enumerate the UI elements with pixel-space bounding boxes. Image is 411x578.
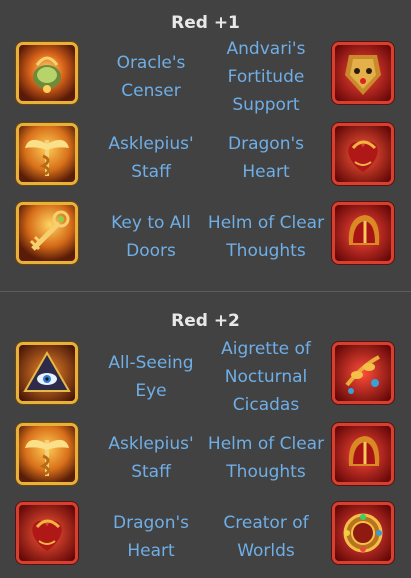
helm-of-clear-thoughts-icon[interactable] (332, 423, 394, 485)
section-divider (0, 291, 411, 292)
artifact-name: Aigrette of Nocturnal Cicadas (221, 339, 311, 415)
artifact-name: Andvari's Fortitude Support (226, 39, 306, 115)
artifact-row: All-Seeing Eye Aigrette of Nocturnal Cicada… (0, 339, 411, 415)
artifact-name: Dragon's Heart (228, 134, 304, 182)
artifact-name: Dragon's Heart (113, 513, 189, 561)
artifact-row: Asklepius' Staff Dragon's Heart (0, 123, 411, 193)
key-to-all-doors-icon[interactable] (16, 202, 78, 264)
artifact-row: Oracle's Censer Andvari's Fortitude Support (0, 39, 411, 115)
artifact-name: Helm of Clear Thoughts (207, 213, 325, 261)
helm-of-clear-thoughts-icon[interactable] (332, 202, 394, 264)
artifact-name: Helm of Clear Thoughts (207, 434, 325, 482)
artifact-name: Creator of Worlds (223, 513, 309, 561)
asklepius-staff-icon[interactable] (16, 123, 78, 185)
artifact-row: Key to All Doors Helm of Clear Thoughts (0, 202, 411, 272)
andvaris-fortitude-support-icon[interactable] (332, 42, 394, 104)
dragons-heart-icon[interactable] (16, 502, 78, 564)
dragons-heart-icon[interactable] (332, 123, 394, 185)
aigrette-of-nocturnal-cicadas-icon[interactable] (332, 342, 394, 404)
section-title-red-plus-1: Red +1 (171, 13, 240, 33)
oracles-censer-icon[interactable] (16, 42, 78, 104)
artifact-list: Red +1 Oracle's Censer Andvari's Fortitude… (0, 0, 411, 578)
artifact-name: Asklepius' Staff (108, 434, 194, 482)
asklepius-staff-icon[interactable] (16, 423, 78, 485)
artifact-name: All-Seeing Eye (108, 353, 194, 401)
artifact-name: Key to All Doors (111, 213, 191, 261)
artifact-name: Asklepius' Staff (108, 134, 194, 182)
artifact-row: Dragon's Heart Creator of Worlds (0, 502, 411, 572)
artifact-row: Asklepius' Staff Helm of Clear Thoughts (0, 423, 411, 493)
creator-of-worlds-icon[interactable] (332, 502, 394, 564)
section-title-red-plus-2: Red +2 (171, 311, 240, 331)
artifact-name: Oracle's Censer (116, 53, 186, 101)
all-seeing-eye-icon[interactable] (16, 342, 78, 404)
